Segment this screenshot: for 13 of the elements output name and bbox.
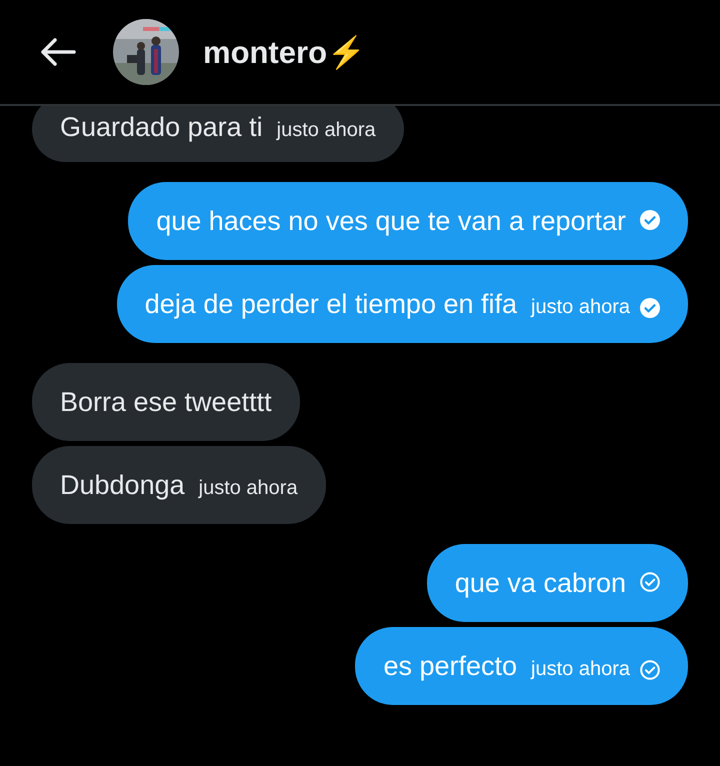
timestamp: justo ahora bbox=[198, 477, 298, 500]
message-text: Borra ese tweetttt bbox=[60, 386, 272, 419]
message-text: deja de perder el tiempo en fifa bbox=[144, 288, 518, 321]
message-text: que haces no ves que te van a reportar bbox=[156, 205, 626, 238]
message-text: Guardado para ti bbox=[60, 111, 263, 144]
contact-name[interactable]: montero⚡ bbox=[203, 34, 366, 70]
message-text: Dubdonga bbox=[60, 469, 185, 502]
timestamp: justo ahora bbox=[276, 119, 376, 142]
back-arrow-icon[interactable] bbox=[38, 36, 78, 68]
timestamp: justo ahora bbox=[531, 296, 630, 319]
message-text: es perfecto bbox=[383, 650, 518, 683]
timestamp: justo ahora bbox=[531, 658, 630, 681]
message-text: que va cabron bbox=[454, 567, 626, 600]
